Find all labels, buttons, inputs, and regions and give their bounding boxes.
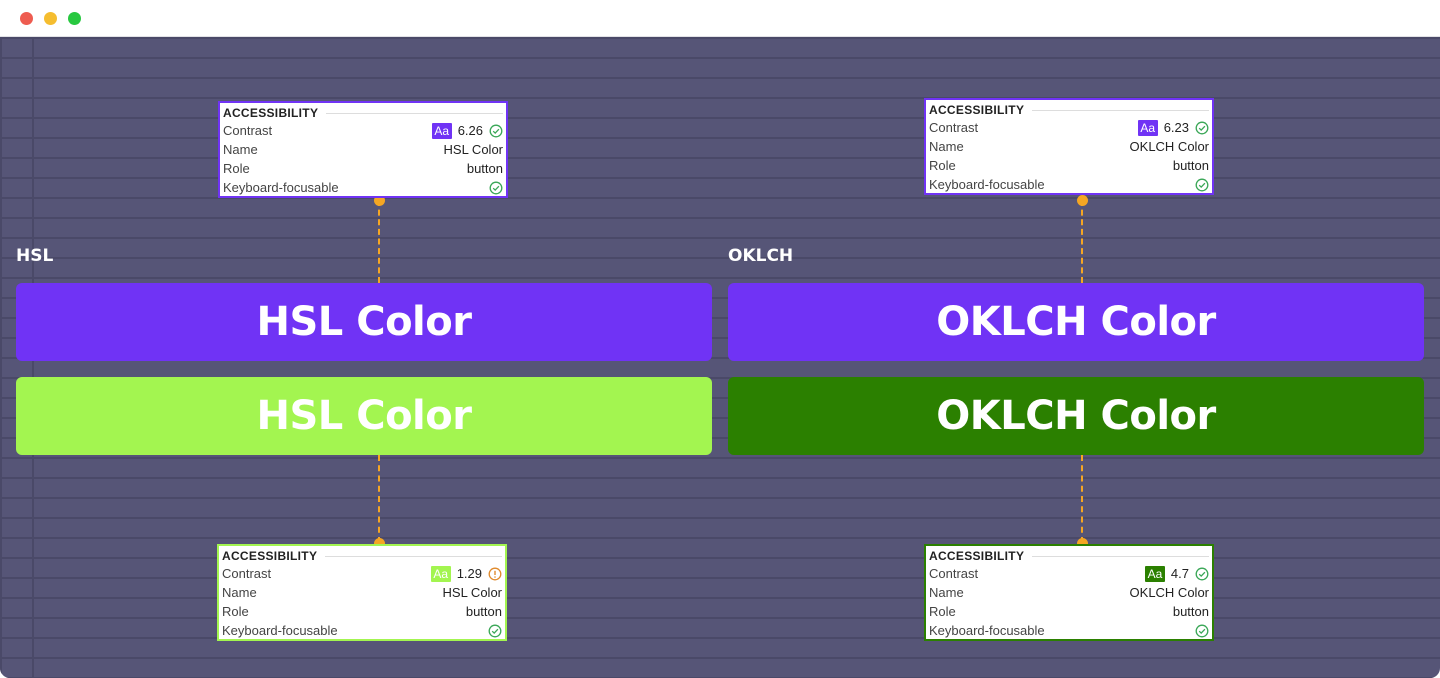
header-rule — [1032, 555, 1209, 557]
keyboard-row: Keyboard-focusable — [223, 178, 503, 197]
check-circle-icon — [1195, 178, 1209, 191]
header-rule — [1032, 109, 1209, 111]
role-label: Role — [929, 158, 956, 173]
contrast-row: Contrast Aa 1.29 — [222, 564, 502, 583]
close-window-button[interactable] — [20, 12, 33, 25]
hsl-secondary-button[interactable]: HSL Color — [16, 377, 712, 455]
hsl-bottom-connector — [378, 455, 380, 543]
contrast-swatch: Aa — [1144, 565, 1165, 582]
accessibility-panel-hsl-bottom: ACCESSIBILITY Contrast Aa 1.29 Name HSL … — [217, 544, 507, 641]
contrast-label: Contrast — [222, 566, 272, 581]
contrast-swatch: Aa — [431, 122, 452, 139]
name-label: Name — [929, 139, 964, 154]
header-rule — [326, 112, 503, 114]
check-circle-icon — [489, 181, 503, 194]
keyboard-label: Keyboard-focusable — [929, 623, 1045, 638]
role-row: Role button — [929, 602, 1209, 621]
contrast-label: Contrast — [223, 123, 273, 138]
maximize-window-button[interactable] — [68, 12, 81, 25]
brick-wall-canvas: HSL OKLCH HSL Color OKLCH Color HSL Colo… — [0, 37, 1440, 678]
contrast-swatch: Aa — [1137, 119, 1158, 136]
accessibility-panel-oklch-bottom: ACCESSIBILITY Contrast Aa 4.7 Name OKLCH… — [924, 544, 1214, 641]
panel-header: ACCESSIBILITY — [223, 106, 319, 120]
warning-circle-icon — [488, 567, 502, 580]
contrast-row: Contrast Aa 6.23 — [929, 118, 1209, 137]
name-row: Name OKLCH Color — [929, 137, 1209, 156]
role-row: Role button — [929, 156, 1209, 175]
oklch-section-label: OKLCH — [728, 246, 794, 266]
name-label: Name — [223, 142, 258, 157]
role-value: button — [1172, 604, 1209, 619]
check-circle-icon — [1195, 121, 1209, 134]
contrast-row: Contrast Aa 6.26 — [223, 121, 503, 140]
contrast-value: 1.29 — [456, 566, 482, 581]
name-value: HSL Color — [443, 142, 503, 157]
accessibility-panel-oklch-top: ACCESSIBILITY Contrast Aa 6.23 Name OKLC… — [924, 98, 1214, 195]
contrast-value: 6.26 — [457, 123, 483, 138]
oklch-top-pin — [1077, 195, 1088, 206]
contrast-swatch: Aa — [430, 565, 451, 582]
keyboard-label: Keyboard-focusable — [222, 623, 338, 638]
contrast-value: 4.7 — [1170, 566, 1189, 581]
keyboard-label: Keyboard-focusable — [223, 180, 339, 195]
browser-window: HSL OKLCH HSL Color OKLCH Color HSL Colo… — [0, 0, 1440, 678]
name-row: Name HSL Color — [223, 140, 503, 159]
panel-header: ACCESSIBILITY — [929, 103, 1025, 117]
name-value: HSL Color — [442, 585, 502, 600]
minimize-window-button[interactable] — [44, 12, 57, 25]
role-label: Role — [222, 604, 249, 619]
oklch-top-connector — [1081, 200, 1083, 283]
name-label: Name — [222, 585, 257, 600]
role-value: button — [466, 161, 503, 176]
keyboard-label: Keyboard-focusable — [929, 177, 1045, 192]
keyboard-row: Keyboard-focusable — [929, 175, 1209, 194]
oklch-secondary-button[interactable]: OKLCH Color — [728, 377, 1424, 455]
name-label: Name — [929, 585, 964, 600]
check-circle-icon — [488, 624, 502, 637]
contrast-label: Contrast — [929, 120, 979, 135]
keyboard-row: Keyboard-focusable — [929, 621, 1209, 640]
keyboard-row: Keyboard-focusable — [222, 621, 502, 640]
name-value: OKLCH Color — [1129, 139, 1209, 154]
name-row: Name HSL Color — [222, 583, 502, 602]
check-circle-icon — [1195, 567, 1209, 580]
role-label: Role — [223, 161, 250, 176]
oklch-bottom-connector — [1081, 455, 1083, 543]
role-value: button — [465, 604, 502, 619]
name-row: Name OKLCH Color — [929, 583, 1209, 602]
contrast-label: Contrast — [929, 566, 979, 581]
title-bar — [0, 0, 1440, 37]
header-rule — [325, 555, 502, 557]
role-value: button — [1172, 158, 1209, 173]
role-label: Role — [929, 604, 956, 619]
hsl-primary-button[interactable]: HSL Color — [16, 283, 712, 361]
contrast-value: 6.23 — [1163, 120, 1189, 135]
role-row: Role button — [223, 159, 503, 178]
panel-header: ACCESSIBILITY — [929, 549, 1025, 563]
contrast-row: Contrast Aa 4.7 — [929, 564, 1209, 583]
panel-header: ACCESSIBILITY — [222, 549, 318, 563]
check-circle-icon — [489, 124, 503, 137]
check-circle-icon — [1195, 624, 1209, 637]
hsl-section-label: HSL — [16, 246, 54, 266]
name-value: OKLCH Color — [1129, 585, 1209, 600]
accessibility-panel-hsl-top: ACCESSIBILITY Contrast Aa 6.26 Name HSL … — [218, 101, 508, 198]
hsl-top-connector — [378, 200, 380, 283]
oklch-primary-button[interactable]: OKLCH Color — [728, 283, 1424, 361]
role-row: Role button — [222, 602, 502, 621]
